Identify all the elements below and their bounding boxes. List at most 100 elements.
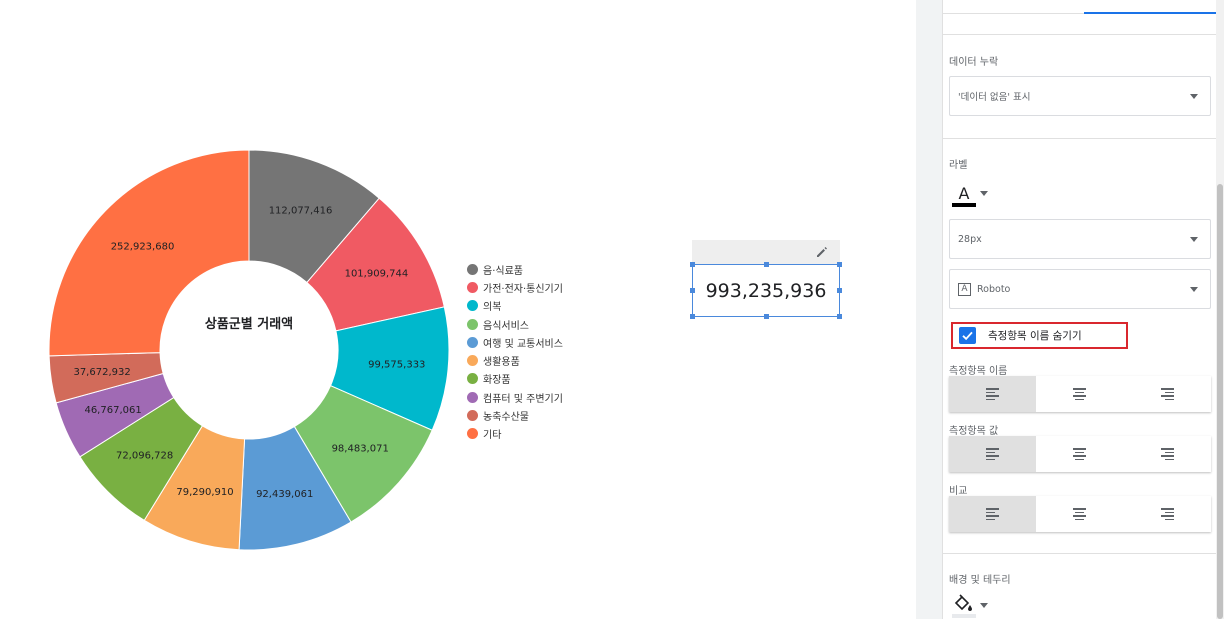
legend-color-dot <box>467 355 478 367</box>
font-family-value: Roboto <box>977 283 1011 295</box>
hide-metric-name-label: 측정항목 이름 숨기기 <box>988 330 1082 342</box>
slice-data-label: 72,096,728 <box>116 451 173 462</box>
font-color-letter: A <box>958 184 970 203</box>
resize-handle-top-right[interactable] <box>837 262 842 267</box>
active-tab-indicator <box>1084 12 1218 14</box>
legend-label: 컴퓨터 및 주변기기 <box>483 393 563 405</box>
resize-handle-middle-right[interactable] <box>837 288 842 293</box>
missing-data-value: '데이터 없음' 표시 <box>958 92 1031 103</box>
slice-data-label: 112,077,416 <box>269 206 333 217</box>
align-left-button[interactable] <box>949 436 1037 472</box>
align-left-icon <box>986 448 1000 460</box>
align-left-icon <box>986 508 1000 520</box>
resize-handle-bottom-middle[interactable] <box>764 314 769 319</box>
hide-metric-name-checkbox[interactable] <box>959 327 976 344</box>
chevron-down-icon <box>1190 287 1198 292</box>
legend-item[interactable]: 화장품 <box>467 370 563 388</box>
resize-handle-top-left[interactable] <box>690 262 695 267</box>
legend-color-dot <box>467 336 478 348</box>
align-right-button[interactable] <box>1123 436 1211 472</box>
legend-item[interactable]: 음·식료품 <box>467 260 563 278</box>
scorecard-header-bar[interactable] <box>692 240 840 264</box>
legend-label: 음식서비스 <box>483 320 529 332</box>
resize-handle-bottom-right[interactable] <box>837 314 842 319</box>
slice-data-label: 46,767,061 <box>84 405 141 416</box>
slice-data-label: 101,909,744 <box>345 269 409 280</box>
align-right-button[interactable] <box>1123 496 1211 532</box>
paint-bucket-icon[interactable] <box>951 592 977 618</box>
scrollbar-thumb[interactable] <box>1217 184 1223 619</box>
font-family-icon: A <box>958 282 971 296</box>
slice-data-label: 92,439,061 <box>256 489 313 500</box>
slice-data-label: 79,290,910 <box>176 487 233 498</box>
align-center-button[interactable] <box>1036 376 1124 412</box>
align-right-button[interactable] <box>1123 376 1211 412</box>
chart-legend: 음·식료품가전·전자·통신기기의복음식서비스여행 및 교통서비스생활용품화장품컴… <box>467 260 563 443</box>
legend-color-dot <box>467 391 478 403</box>
scorecard[interactable]: 993,235,936 <box>690 262 842 319</box>
legend-item[interactable]: 음식서비스 <box>467 315 563 333</box>
legend-label: 여행 및 교통서비스 <box>483 338 563 350</box>
align-right-icon <box>1160 508 1174 520</box>
legend-item[interactable]: 기타 <box>467 425 563 443</box>
metric-name-alignment-group <box>949 376 1211 412</box>
metric-name-alignment-label: 측정항목 이름 <box>949 366 1008 377</box>
align-left-button[interactable] <box>949 376 1037 412</box>
label-section-title: 라벨 <box>949 160 968 171</box>
resize-handle-bottom-left[interactable] <box>690 314 695 319</box>
font-family-select[interactable]: A Roboto <box>949 269 1211 309</box>
legend-label: 음·식료품 <box>483 265 523 277</box>
resize-handle-top-middle[interactable] <box>764 262 769 267</box>
legend-item[interactable]: 컴퓨터 및 주변기기 <box>467 388 563 406</box>
chevron-down-icon[interactable] <box>980 191 988 196</box>
section-divider <box>943 34 1218 35</box>
legend-color-dot <box>467 300 478 312</box>
chevron-down-icon[interactable] <box>980 603 988 608</box>
align-right-icon <box>1160 448 1174 460</box>
legend-color-dot <box>467 428 478 440</box>
font-size-select[interactable]: 28px <box>949 219 1211 259</box>
missing-data-select[interactable]: '데이터 없음' 표시 <box>949 76 1211 116</box>
font-color-swatch <box>952 203 976 207</box>
legend-item[interactable]: 농축수산물 <box>467 406 563 424</box>
scorecard-value: 993,235,936 <box>705 279 827 302</box>
background-border-label: 배경 및 테두리 <box>949 575 1011 586</box>
legend-item[interactable]: 의복 <box>467 297 563 315</box>
edit-pencil-icon[interactable] <box>814 244 830 260</box>
comparison-alignment-label: 비교 <box>949 486 968 497</box>
align-center-icon <box>1073 388 1087 400</box>
align-left-button[interactable] <box>949 496 1037 532</box>
section-divider <box>943 138 1218 139</box>
style-properties-panel: 데이터 누락 '데이터 없음' 표시 라벨 A 28px A Roboto 측정… <box>943 0 1218 619</box>
legend-color-dot <box>467 263 478 275</box>
font-color-picker[interactable]: A <box>951 184 977 208</box>
chevron-down-icon <box>1190 94 1198 99</box>
legend-color-dot <box>467 281 478 293</box>
align-right-icon <box>1160 388 1174 400</box>
align-center-button[interactable] <box>1036 496 1124 532</box>
slice-data-label: 37,672,932 <box>73 367 130 378</box>
panel-tabs[interactable] <box>943 0 1218 14</box>
legend-item[interactable]: 가전·전자·통신기기 <box>467 278 563 296</box>
slice-data-label: 252,923,680 <box>111 242 175 253</box>
align-center-button[interactable] <box>1036 436 1124 472</box>
slices-layer <box>48 149 450 551</box>
legend-label: 생활용품 <box>483 357 520 369</box>
align-center-icon <box>1073 508 1087 520</box>
legend-label: 의복 <box>483 302 502 314</box>
legend-label: 가전·전자·통신기기 <box>483 283 563 295</box>
legend-color-dot <box>467 410 478 422</box>
metric-value-alignment-group <box>949 436 1211 472</box>
hide-metric-name-option[interactable]: 측정항목 이름 숨기기 <box>951 322 1128 349</box>
slice-data-label: 99,575,333 <box>368 360 425 371</box>
align-center-icon <box>1073 448 1087 460</box>
legend-label: 화장품 <box>483 375 511 387</box>
resize-handle-middle-left[interactable] <box>690 288 695 293</box>
chevron-down-icon <box>1190 237 1198 242</box>
legend-item[interactable]: 여행 및 교통서비스 <box>467 333 563 351</box>
section-divider <box>943 553 1218 554</box>
panel-scrollbar[interactable] <box>1216 0 1224 619</box>
align-left-icon <box>986 388 1000 400</box>
legend-item[interactable]: 생활용품 <box>467 351 563 369</box>
chart-center-title: 상품군별 거래액 <box>205 316 293 332</box>
